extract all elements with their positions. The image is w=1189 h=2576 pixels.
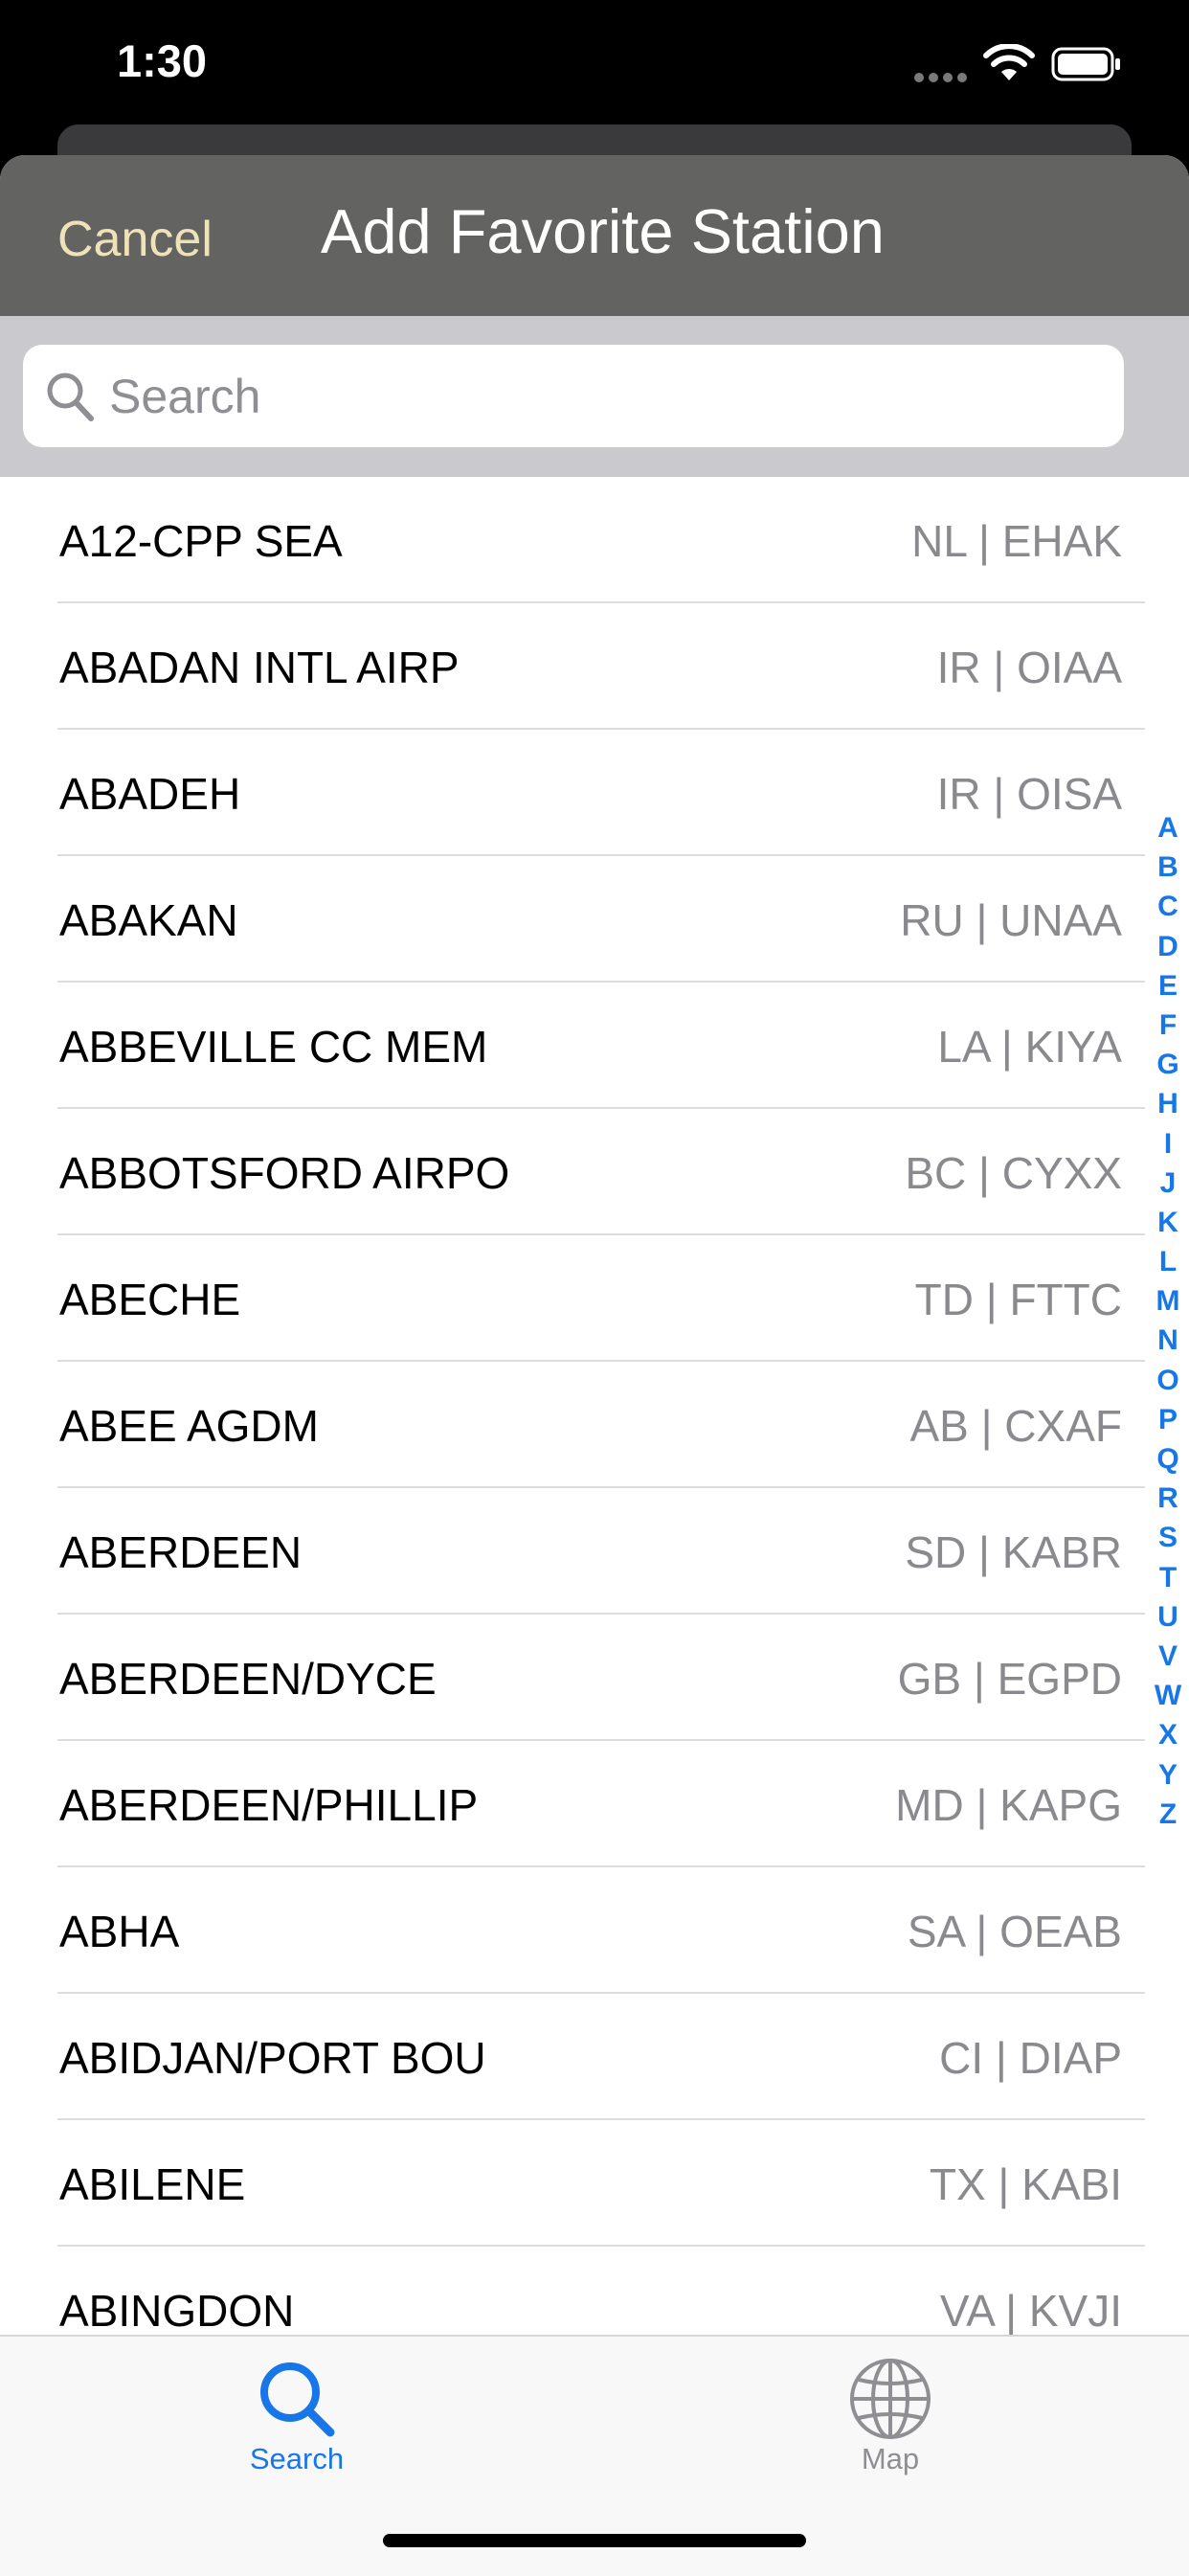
- index-letter-q[interactable]: Q: [1149, 1439, 1187, 1479]
- add-station-sheet: Cancel Add Favorite Station A12-CPP SEA N…: [0, 155, 1189, 2574]
- index-letter-f[interactable]: F: [1149, 1006, 1187, 1045]
- index-letter-p[interactable]: P: [1149, 1400, 1187, 1439]
- station-name: ABHA: [59, 1907, 180, 1956]
- index-letter-o[interactable]: O: [1149, 1361, 1187, 1400]
- index-letter-j[interactable]: J: [1149, 1164, 1187, 1203]
- search-icon: [260, 2362, 335, 2437]
- search-bar: [0, 316, 1189, 477]
- station-name: ABINGDON: [59, 2286, 295, 2336]
- table-row[interactable]: A12-CPP SEA NL | EHAK: [0, 477, 1189, 603]
- page-title: Add Favorite Station: [321, 196, 885, 266]
- index-letter-s[interactable]: S: [1149, 1518, 1187, 1557]
- table-row[interactable]: ABERDEEN SD | KABR: [0, 1488, 1189, 1615]
- station-name: ABERDEEN/PHILLIP: [59, 1780, 479, 1830]
- index-letter-l[interactable]: L: [1149, 1242, 1187, 1281]
- station-name: ABAKAN: [59, 895, 238, 945]
- station-name: ABBOTSFORD AIRPO: [59, 1148, 510, 1198]
- table-row[interactable]: ABECHE TD | FTTC: [0, 1235, 1189, 1362]
- station-code: TD | FTTC: [914, 1275, 1122, 1324]
- search-field[interactable]: [23, 345, 1124, 447]
- globe-icon: [850, 2359, 931, 2439]
- tab-search[interactable]: Search: [148, 2337, 445, 2499]
- index-letter-b[interactable]: B: [1149, 847, 1187, 887]
- station-name: ABEE AGDM: [59, 1401, 319, 1451]
- battery-icon: [1051, 47, 1120, 81]
- station-code: GB | EGPD: [897, 1654, 1122, 1704]
- index-letter-k[interactable]: K: [1149, 1203, 1187, 1242]
- section-index: ABCDEFGHIJKLMNOPQRSTUVWXYZ: [1149, 808, 1187, 1834]
- tab-bar: Search Map: [0, 2335, 1189, 2576]
- tab-map[interactable]: Map: [742, 2337, 1039, 2499]
- station-name: ABERDEEN/DYCE: [59, 1654, 437, 1704]
- tab-search-label: Search: [249, 2442, 345, 2475]
- index-letter-c[interactable]: C: [1149, 887, 1187, 926]
- station-code: MD | KAPG: [895, 1780, 1122, 1830]
- cellular-signal-icon: [914, 70, 972, 87]
- station-code: AB | CXAF: [909, 1401, 1122, 1451]
- station-code: CI | DIAP: [939, 2033, 1122, 2083]
- index-letter-n[interactable]: N: [1149, 1321, 1187, 1360]
- index-letter-t[interactable]: T: [1149, 1558, 1187, 1597]
- index-letter-m[interactable]: M: [1149, 1281, 1187, 1321]
- station-code: LA | KIYA: [937, 1022, 1122, 1072]
- station-code: IR | OISA: [936, 769, 1122, 819]
- table-row[interactable]: ABEE AGDM AB | CXAF: [0, 1362, 1189, 1488]
- index-letter-g[interactable]: G: [1149, 1045, 1187, 1084]
- station-name: ABADEH: [59, 769, 241, 819]
- index-letter-a[interactable]: A: [1149, 808, 1187, 847]
- index-letter-h[interactable]: H: [1149, 1084, 1187, 1123]
- navigation-bar: Cancel Add Favorite Station: [0, 155, 1189, 316]
- table-row[interactable]: ABIDJAN/PORT BOU CI | DIAP: [0, 1994, 1189, 2120]
- wifi-icon: [983, 44, 1035, 80]
- status-time: 1:30: [117, 35, 208, 86]
- station-code: SD | KABR: [905, 1527, 1122, 1577]
- table-row[interactable]: ABILENE TX | KABI: [0, 2120, 1189, 2247]
- index-letter-d[interactable]: D: [1149, 927, 1187, 966]
- tab-map-label: Map: [861, 2442, 920, 2475]
- station-name: ABILENE: [59, 2159, 246, 2209]
- station-name: ABECHE: [59, 1275, 241, 1324]
- station-code: RU | UNAA: [900, 895, 1122, 945]
- station-code: VA | KVJI: [939, 2286, 1122, 2336]
- index-letter-e[interactable]: E: [1149, 966, 1187, 1006]
- search-icon: [47, 373, 94, 421]
- station-name: ABIDJAN/PORT BOU: [59, 2033, 486, 2083]
- index-letter-u[interactable]: U: [1149, 1597, 1187, 1637]
- station-code: TX | KABI: [929, 2159, 1122, 2209]
- table-row[interactable]: ABBOTSFORD AIRPO BC | CYXX: [0, 1109, 1189, 1235]
- station-name: A12-CPP SEA: [59, 516, 343, 566]
- cancel-button[interactable]: Cancel: [57, 211, 213, 268]
- station-code: BC | CYXX: [905, 1148, 1122, 1198]
- table-row[interactable]: ABBEVILLE CC MEM LA | KIYA: [0, 983, 1189, 1109]
- table-row[interactable]: ABHA SA | OEAB: [0, 1867, 1189, 1994]
- station-list: A12-CPP SEA NL | EHAK ABADAN INTL AIRP IR |…: [0, 477, 1189, 2373]
- table-row[interactable]: ABERDEEN/DYCE GB | EGPD: [0, 1615, 1189, 1741]
- search-input[interactable]: [109, 345, 1105, 447]
- home-indicator: [383, 2534, 806, 2547]
- table-row[interactable]: ABADAN INTL AIRP IR | OIAA: [0, 603, 1189, 730]
- index-letter-x[interactable]: X: [1149, 1715, 1187, 1754]
- index-letter-v[interactable]: V: [1149, 1637, 1187, 1676]
- table-row[interactable]: ABAKAN RU | UNAA: [0, 856, 1189, 983]
- index-letter-i[interactable]: I: [1149, 1124, 1187, 1164]
- index-letter-z[interactable]: Z: [1149, 1795, 1187, 1834]
- station-code: NL | EHAK: [911, 516, 1122, 566]
- index-letter-w[interactable]: W: [1149, 1676, 1187, 1715]
- station-name: ABADAN INTL AIRP: [59, 643, 460, 692]
- table-row[interactable]: ABERDEEN/PHILLIP MD | KAPG: [0, 1741, 1189, 1867]
- status-bar: 1:30: [0, 0, 1189, 144]
- station-code: IR | OIAA: [936, 643, 1122, 692]
- table-row[interactable]: ABADEH IR | OISA: [0, 730, 1189, 856]
- station-code: SA | OEAB: [907, 1907, 1122, 1956]
- index-letter-y[interactable]: Y: [1149, 1755, 1187, 1795]
- station-name: ABBEVILLE CC MEM: [59, 1022, 488, 1072]
- station-name: ABERDEEN: [59, 1527, 303, 1577]
- index-letter-r[interactable]: R: [1149, 1479, 1187, 1518]
